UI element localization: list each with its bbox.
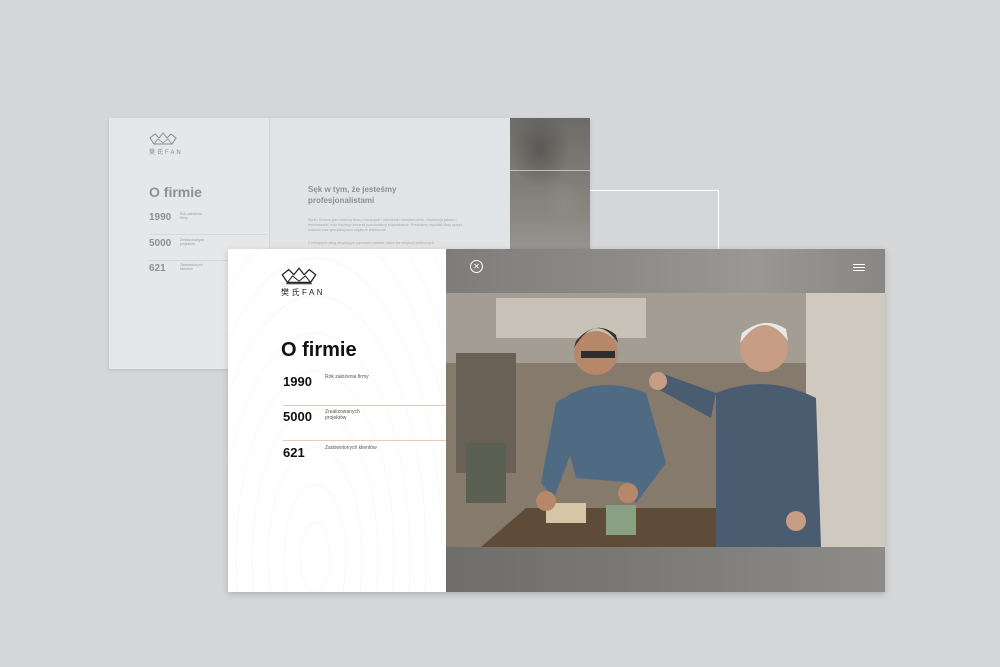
front-logo-text: 樊氏FAN: [281, 288, 326, 297]
front-stat-row: 1990 Rok założenia firmy: [283, 371, 446, 406]
front-brand-logo[interactable]: 樊氏FAN: [281, 267, 327, 298]
front-stat-label: Zadowolonych klientów: [325, 445, 377, 451]
hamburger-menu-icon[interactable]: [853, 264, 865, 272]
front-stat-row: 5000 Zrealizowanych projektów: [283, 406, 446, 441]
carpenters-illustration: [446, 293, 885, 547]
back-stat-number: 1990: [149, 212, 172, 223]
workshop-hero-photo: [446, 293, 885, 547]
front-stat-label: Rok założenia firmy: [325, 374, 369, 380]
photo-top-bar: [446, 249, 885, 293]
front-sidebar-panel: 樊氏FAN O firmie 1990 Rok założenia firmy …: [228, 249, 446, 592]
back-headline: Sęk w tym, że jesteśmy profesjonalistami: [308, 185, 397, 205]
close-icon[interactable]: ✕: [470, 260, 483, 273]
front-stat-label: Zrealizowanych projektów: [325, 409, 360, 421]
front-page-preview: 樊氏FAN O firmie 1990 Rok założenia firmy …: [228, 249, 885, 592]
back-stat-label: Zadowolonych klientów: [180, 263, 203, 271]
back-stat-number: 5000: [149, 238, 172, 249]
front-stat-number: 5000: [283, 409, 312, 424]
menu-line: [853, 270, 865, 271]
back-stat-number: 621: [149, 263, 166, 274]
crown-logo-icon: [281, 267, 317, 285]
front-page-title: O firmie: [281, 339, 357, 361]
front-stat-number: 621: [283, 445, 305, 460]
back-stat-row: 1990 Rok założenia firmy: [149, 212, 267, 235]
front-stat-number: 1990: [283, 374, 312, 389]
front-stat-row: 621 Zadowolonych klientów: [283, 442, 446, 476]
photo-divider: [510, 170, 590, 171]
back-paragraph: Z bieżących usług decydujące poprawne za…: [308, 241, 435, 245]
back-stat-label: Zrealizowanych projektów: [180, 238, 205, 246]
back-page-title: O firmie: [149, 184, 202, 200]
back-logo-text: 樊氏FAN: [149, 150, 183, 156]
menu-line: [853, 264, 865, 265]
back-stat-label: Rok założenia firmy: [180, 212, 202, 220]
back-paragraph: Studio Drewna jest rodzinną firmą o trad…: [308, 218, 462, 232]
photo-bottom-bar: [446, 547, 885, 592]
crown-logo-icon: [149, 132, 177, 145]
menu-line: [853, 267, 865, 268]
back-brand-logo[interactable]: 樊氏FAN: [149, 132, 187, 156]
